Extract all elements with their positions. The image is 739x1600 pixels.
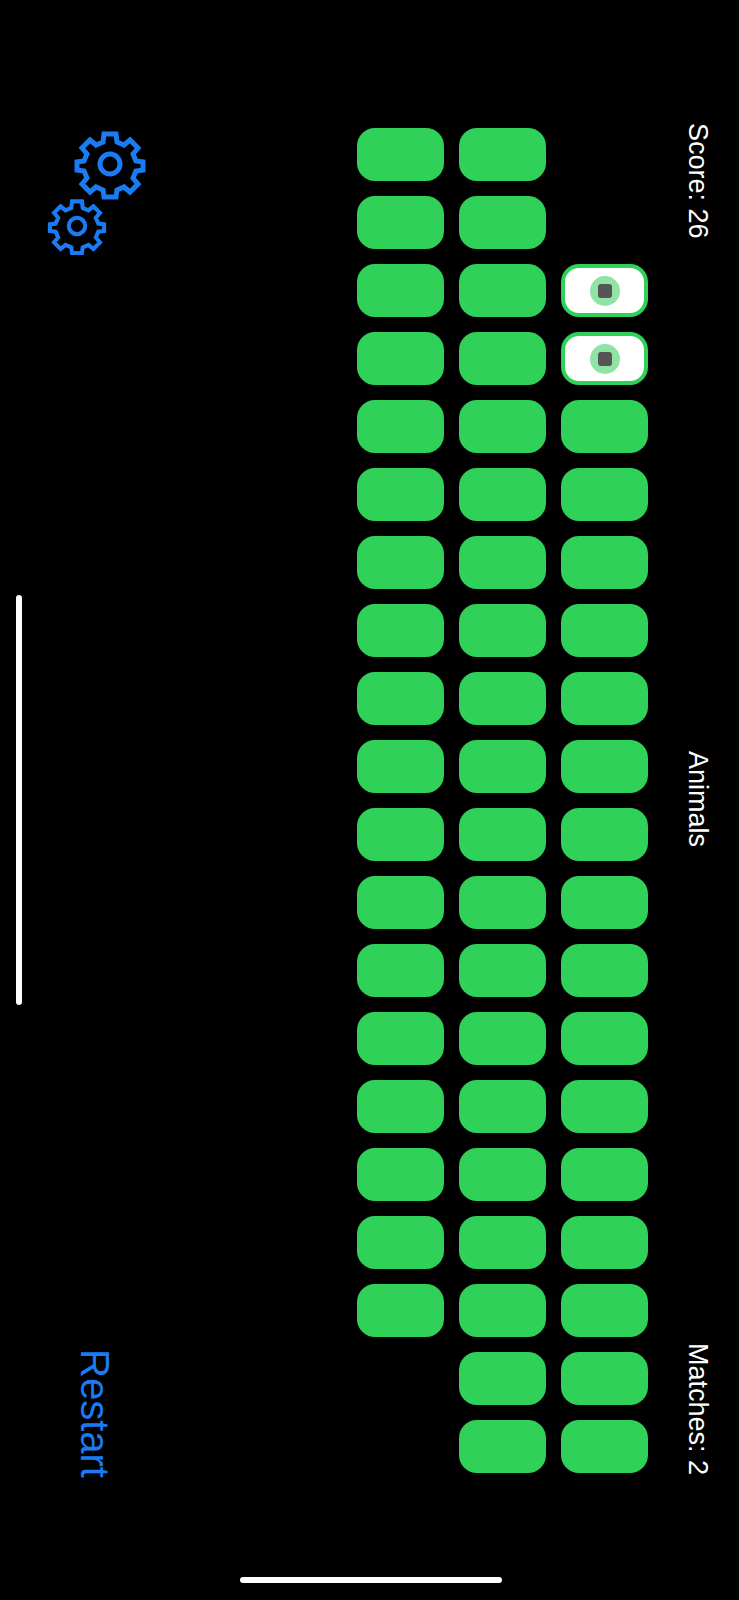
card[interactable]	[357, 604, 444, 657]
card[interactable]	[561, 1352, 648, 1405]
card[interactable]	[561, 468, 648, 521]
theme-title: Animals	[684, 751, 711, 847]
card[interactable]	[459, 264, 546, 317]
card	[561, 128, 648, 181]
animal-photo	[598, 284, 612, 298]
card[interactable]	[459, 740, 546, 793]
card[interactable]	[459, 944, 546, 997]
card[interactable]	[459, 1216, 546, 1269]
card[interactable]	[357, 536, 444, 589]
card[interactable]	[459, 400, 546, 453]
card[interactable]	[561, 808, 648, 861]
card[interactable]	[357, 876, 444, 929]
card[interactable]	[357, 196, 444, 249]
card[interactable]	[357, 264, 444, 317]
card[interactable]	[459, 604, 546, 657]
card[interactable]	[561, 740, 648, 793]
card[interactable]	[357, 128, 444, 181]
card[interactable]	[561, 400, 648, 453]
card[interactable]	[357, 1148, 444, 1201]
card[interactable]	[357, 400, 444, 453]
card[interactable]	[459, 1148, 546, 1201]
card[interactable]	[459, 1080, 546, 1133]
card[interactable]	[561, 1080, 648, 1133]
card[interactable]	[459, 1012, 546, 1065]
home-indicator	[16, 595, 22, 1005]
card[interactable]	[459, 672, 546, 725]
card[interactable]	[459, 332, 546, 385]
card[interactable]	[357, 1216, 444, 1269]
card[interactable]	[459, 808, 546, 861]
card[interactable]	[459, 876, 546, 929]
card[interactable]	[561, 876, 648, 929]
card[interactable]	[357, 468, 444, 521]
animal-picture	[590, 344, 620, 374]
card[interactable]	[357, 740, 444, 793]
card-column	[357, 128, 444, 1600]
card[interactable]	[459, 1352, 546, 1405]
card[interactable]	[357, 1012, 444, 1065]
card[interactable]	[357, 1080, 444, 1133]
card[interactable]	[561, 536, 648, 589]
animal-picture	[590, 276, 620, 306]
card[interactable]	[459, 468, 546, 521]
card	[357, 1420, 444, 1473]
card	[357, 1352, 444, 1405]
card[interactable]	[357, 332, 444, 385]
score-label: Score: 26	[684, 123, 711, 239]
card[interactable]	[357, 1284, 444, 1337]
settings-gear-icon[interactable]	[47, 128, 149, 260]
card[interactable]	[459, 128, 546, 181]
card[interactable]	[459, 536, 546, 589]
card	[561, 196, 648, 249]
info-strip: Score: 26 Animals Matches: 2	[648, 0, 739, 1600]
card[interactable]	[357, 944, 444, 997]
card[interactable]	[561, 1284, 648, 1337]
card[interactable]	[561, 944, 648, 997]
card[interactable]	[561, 264, 648, 317]
card[interactable]	[561, 1148, 648, 1201]
card[interactable]	[561, 332, 648, 385]
card[interactable]	[459, 1420, 546, 1473]
card-column	[561, 128, 648, 1600]
card[interactable]	[357, 808, 444, 861]
controls-strip: Restart	[0, 0, 160, 1600]
card[interactable]	[561, 672, 648, 725]
restart-button[interactable]: Restart	[75, 1349, 115, 1478]
game-screen: Restart Score: 26 Animals Matches: 2	[0, 0, 739, 1600]
card[interactable]	[459, 196, 546, 249]
animal-photo	[598, 352, 612, 366]
card-board	[357, 0, 648, 1600]
card[interactable]	[561, 1420, 648, 1473]
card[interactable]	[561, 604, 648, 657]
card[interactable]	[357, 672, 444, 725]
matches-label: Matches: 2	[684, 1343, 711, 1475]
home-indicator	[240, 1577, 502, 1583]
card[interactable]	[459, 1284, 546, 1337]
card-column	[459, 128, 546, 1600]
card[interactable]	[561, 1012, 648, 1065]
card[interactable]	[561, 1216, 648, 1269]
